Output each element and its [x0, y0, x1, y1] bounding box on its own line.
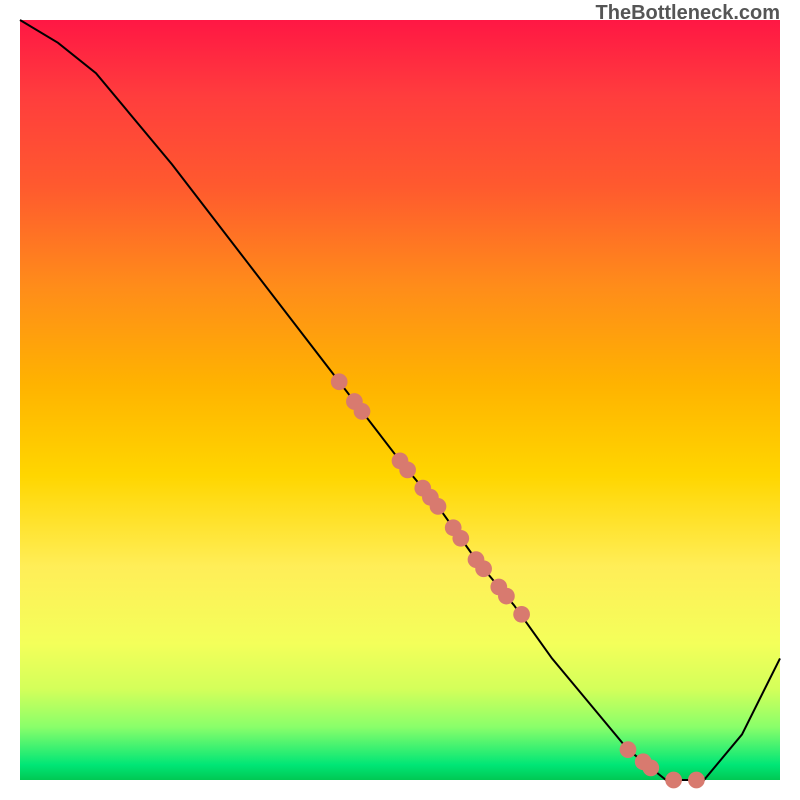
curve-dot: [430, 498, 447, 515]
curve-dot: [399, 462, 416, 479]
curve-dots-group: [331, 373, 705, 788]
chart-overlay-svg: [20, 20, 780, 780]
curve-dot: [452, 530, 469, 547]
curve-dot: [354, 403, 371, 420]
curve-dot: [331, 373, 348, 390]
curve-dot: [498, 588, 515, 605]
curve-dot: [475, 560, 492, 577]
curve-dot: [513, 606, 530, 623]
curve-dot: [688, 772, 705, 789]
curve-dot: [665, 772, 682, 789]
curve-dot: [642, 759, 659, 776]
curve-dot: [620, 741, 637, 758]
chart-container: TheBottleneck.com: [0, 0, 800, 800]
watermark-text: TheBottleneck.com: [596, 2, 780, 25]
bottleneck-curve: [20, 20, 780, 780]
